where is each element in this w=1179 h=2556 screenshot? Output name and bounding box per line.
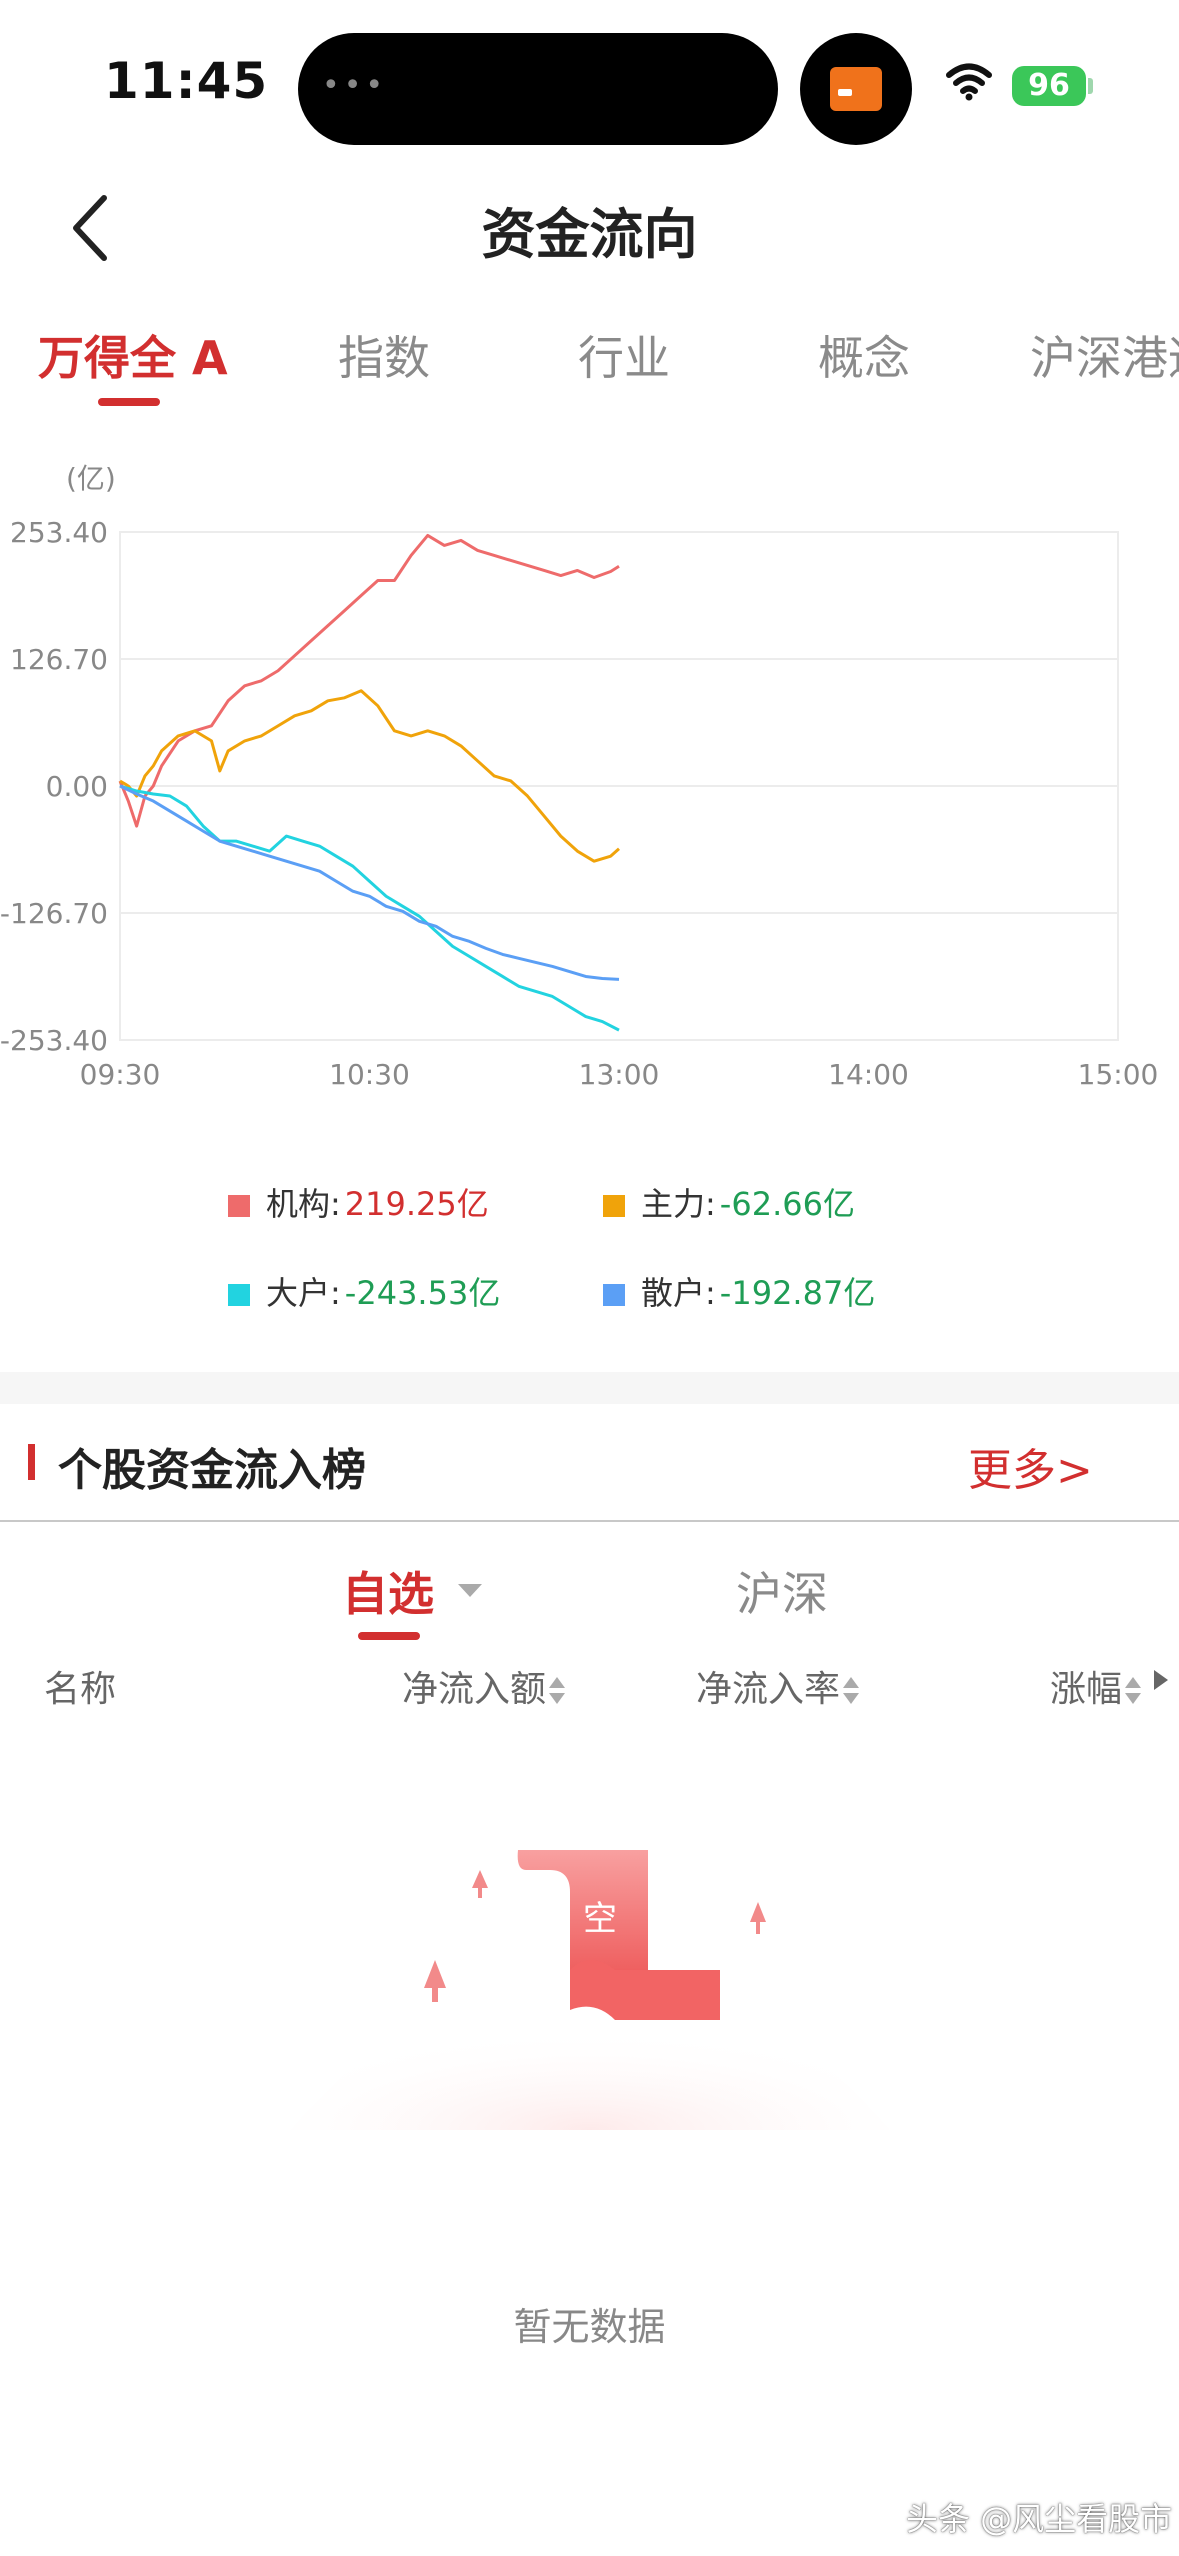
column-label: 涨幅 xyxy=(1050,1669,1123,1710)
legend-main: 主力: -62.66亿 xyxy=(603,1179,855,1225)
tree-icon xyxy=(472,1870,488,1898)
column-label: 净流入额 xyxy=(402,1669,547,1710)
tab-index[interactable]: 指数 xyxy=(338,322,430,388)
page-title: 资金流向 xyxy=(481,203,698,266)
y-unit-label: (亿) xyxy=(66,462,116,495)
sort-icon xyxy=(1124,1675,1142,1707)
battery-level: 96 xyxy=(1028,68,1070,103)
nav-header: 资金流向 xyxy=(0,170,1179,280)
chevron-down-icon[interactable] xyxy=(458,1584,482,1597)
legend-label: 机构 xyxy=(266,1185,331,1223)
x-tick-label: 13:00 xyxy=(579,1058,660,1091)
status-time: 11:45 xyxy=(104,52,269,110)
empty-state-illustration: 空 xyxy=(290,1850,890,2130)
legend-label: 散户 xyxy=(641,1274,706,1312)
column-label: 名称 xyxy=(44,1669,117,1710)
x-tick-label: 09:30 xyxy=(80,1058,161,1091)
y-tick-label: 126.70 xyxy=(10,643,108,676)
section-divider xyxy=(0,1372,1179,1404)
watermark: 头条 @风尘看股市 xyxy=(906,2500,1173,2538)
column-label: 净流入率 xyxy=(696,1669,841,1710)
sub-tab-active-indicator xyxy=(358,1632,420,1640)
status-bar: 11:45 ••• 96 xyxy=(0,0,1179,160)
battery-cap xyxy=(1088,78,1093,94)
series-line-1 xyxy=(119,689,620,863)
battery-icon: 96 xyxy=(1012,66,1086,106)
legend-large: 大户: -243.53亿 xyxy=(228,1268,500,1314)
legend-institution: 机构: 219.25亿 xyxy=(228,1179,489,1225)
y-tick-label: -126.70 xyxy=(0,897,108,930)
chart-legend: 机构: 219.25亿 主力: -62.66亿 大户: -243.53亿 散户: -19… xyxy=(0,1165,1179,1325)
tab-industry[interactable]: 行业 xyxy=(578,322,670,388)
section-title: 个股资金流入榜 xyxy=(58,1445,366,1496)
column-change[interactable]: 涨幅 xyxy=(1050,1660,1142,1712)
live-activity-icon xyxy=(800,33,912,145)
column-net-inflow[interactable]: 净流入额 xyxy=(402,1660,566,1712)
empty-state-text: 暂无数据 xyxy=(513,2305,666,2349)
fund-flow-chart: (亿) 253.40 126.70 0.00 -126.70 -253.4009:30 10… xyxy=(0,462,1159,1091)
y-tick-label: 253.40 xyxy=(10,516,108,549)
more-link[interactable]: 更多> xyxy=(968,1434,1093,1498)
market-tabs: 万得全 A 指数 行业 概念 沪深港通 xyxy=(0,310,1179,420)
tab-shanghai-shenzhen[interactable]: 沪深 xyxy=(736,1558,828,1624)
legend-value: -243.53亿 xyxy=(344,1274,501,1312)
legend-label: 主力 xyxy=(641,1185,706,1223)
x-tick-label: 14:00 xyxy=(828,1058,909,1091)
tree-icon xyxy=(750,1902,766,1934)
legend-swatch-large xyxy=(228,1284,250,1306)
series-line-0 xyxy=(118,533,620,828)
tab-hk-connect[interactable]: 沪深港通 xyxy=(1030,322,1179,388)
series-line-2 xyxy=(119,784,620,1032)
legend-swatch-institution xyxy=(228,1195,250,1217)
legend-value: 219.25亿 xyxy=(344,1185,489,1223)
wifi-icon xyxy=(946,63,992,101)
card-icon xyxy=(830,67,882,111)
ranking-sub-tabs: 自选 沪深 xyxy=(0,1540,1179,1650)
legend-retail: 散户: -192.87亿 xyxy=(603,1268,875,1314)
column-net-inflow-rate[interactable]: 净流入率 xyxy=(696,1660,860,1712)
sort-icon xyxy=(548,1675,566,1707)
y-tick-label: 0.00 xyxy=(46,770,108,803)
sort-icon xyxy=(842,1675,860,1707)
legend-value: -192.87亿 xyxy=(719,1274,876,1312)
x-tick-label: 15:00 xyxy=(1078,1058,1159,1091)
x-tick-label: 10:30 xyxy=(329,1058,410,1091)
tab-concept[interactable]: 概念 xyxy=(818,322,910,388)
scroll-right-icon[interactable] xyxy=(1154,1670,1168,1690)
tree-icon xyxy=(424,1960,446,2002)
inflow-ranking-header: 个股资金流入榜 更多> xyxy=(0,1404,1179,1522)
section-accent-bar xyxy=(28,1444,35,1480)
tab-watchlist[interactable]: 自选 xyxy=(342,1558,434,1624)
legend-swatch-main xyxy=(603,1195,625,1217)
legend-swatch-retail xyxy=(603,1284,625,1306)
y-tick-label: -253.40 xyxy=(0,1024,108,1057)
legend-label: 大户 xyxy=(266,1274,331,1312)
column-name: 名称 xyxy=(44,1660,116,1712)
island-dots: ••• xyxy=(322,68,388,103)
tab-wind-all-a[interactable]: 万得全 A xyxy=(38,322,228,388)
empty-badge: 空 xyxy=(583,1899,617,1939)
legend-value: -62.66亿 xyxy=(719,1185,855,1223)
table-header: 名称 净流入额 净流入率 涨幅 xyxy=(0,1660,1179,1720)
tab-active-indicator xyxy=(98,398,160,406)
